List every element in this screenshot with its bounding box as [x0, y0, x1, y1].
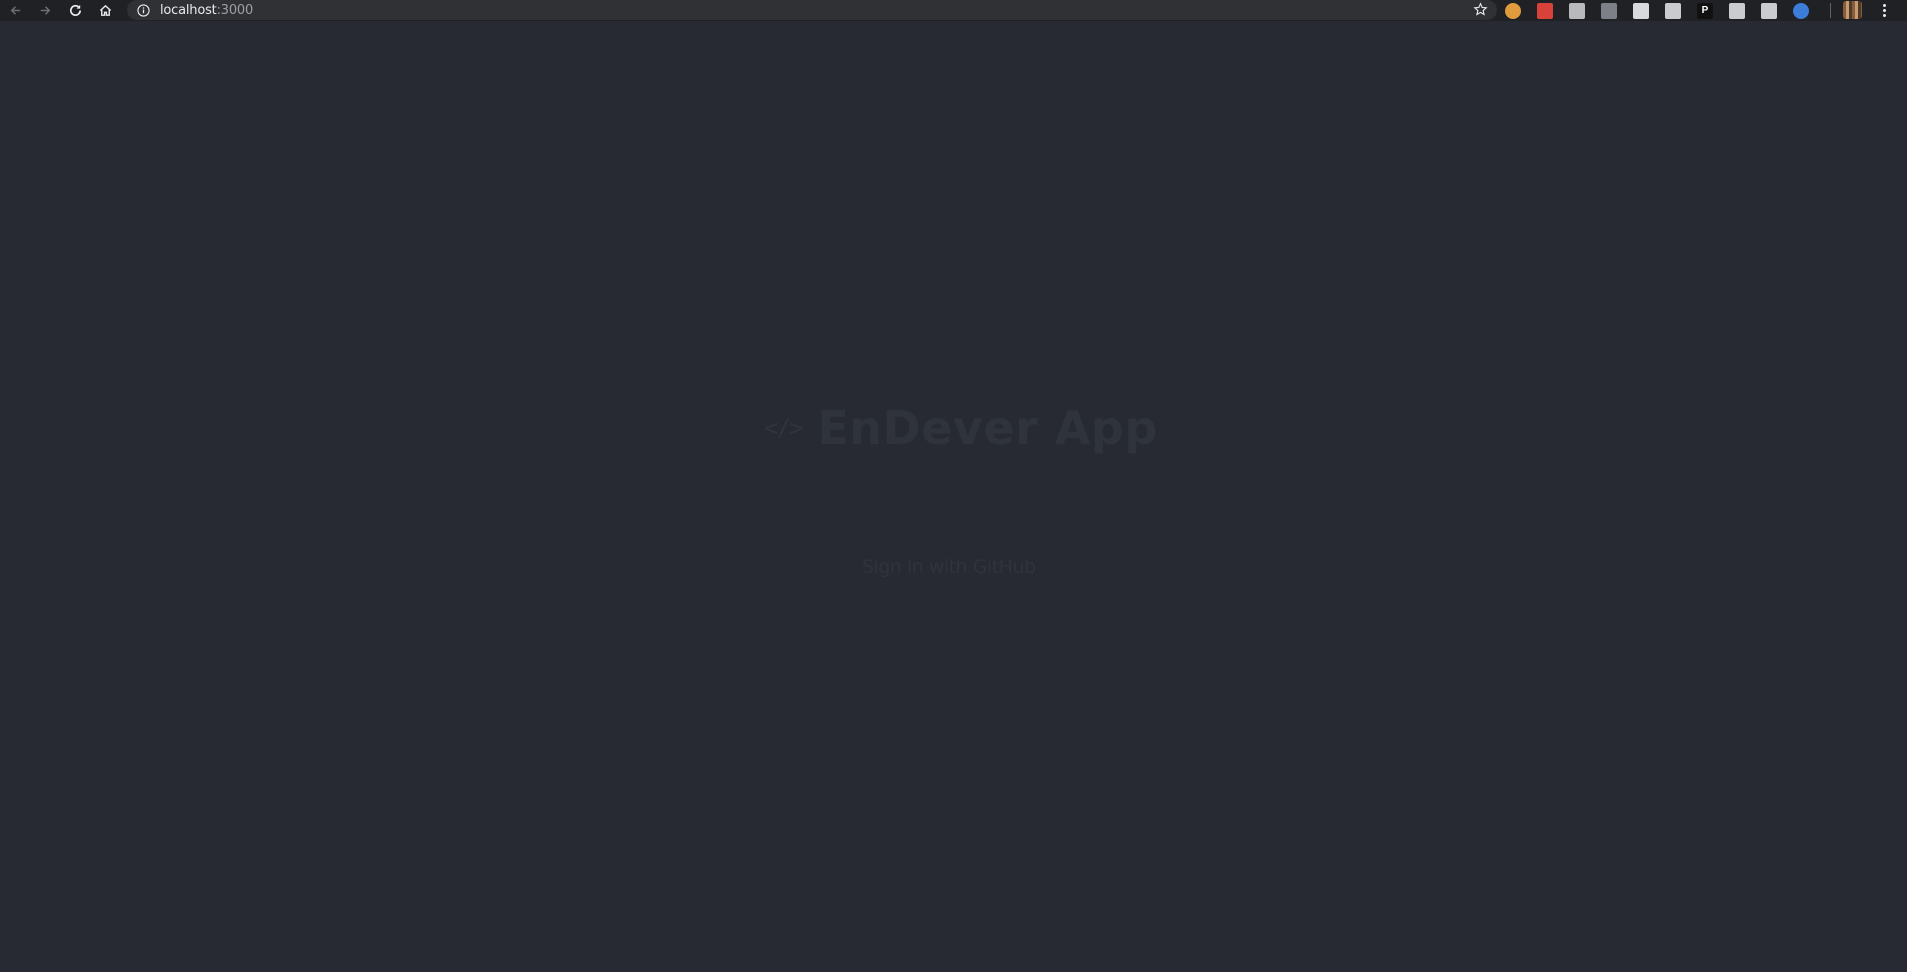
- url-port: :3000: [216, 2, 254, 18]
- k-extension-icon[interactable]: [1729, 2, 1745, 19]
- red-extension-icon[interactable]: [1537, 2, 1553, 19]
- reload-icon: [69, 4, 81, 16]
- github-signin-button[interactable]: Sign in with GitHub: [862, 556, 1036, 578]
- extensions-bar: P: [1505, 0, 1825, 21]
- cookie-extension-icon[interactable]: [1505, 2, 1521, 19]
- home-icon: [99, 4, 111, 16]
- gear-extension-icon[interactable]: [1569, 2, 1585, 19]
- ublock-extension-icon[interactable]: [1601, 2, 1617, 19]
- bookmark-star-icon[interactable]: [1473, 2, 1489, 18]
- url-text: localhost:3000: [160, 3, 253, 18]
- globe-extension-icon[interactable]: [1793, 2, 1809, 19]
- profile-avatar[interactable]: [1843, 1, 1862, 19]
- back-button[interactable]: [0, 0, 30, 21]
- address-bar[interactable]: localhost:3000: [127, 0, 1497, 20]
- app-page: </> EnDever App Sign in with GitHub: [0, 21, 1907, 972]
- mail-extension-icon[interactable]: [1633, 2, 1649, 19]
- toolbar-divider: [1830, 3, 1831, 18]
- url-host: localhost: [160, 2, 217, 18]
- wrench-extension-icon[interactable]: [1665, 2, 1681, 19]
- p-extension-icon[interactable]: P: [1697, 2, 1713, 19]
- app-brand: </> EnDever App: [764, 401, 1158, 455]
- browser-menu-icon[interactable]: [1877, 2, 1891, 19]
- arrow-left-icon: [10, 6, 20, 15]
- app-title: EnDever App: [817, 401, 1158, 455]
- home-button[interactable]: [90, 0, 120, 21]
- browser-toolbar: localhost:3000 P: [0, 0, 1907, 21]
- reload-button[interactable]: [60, 0, 90, 21]
- extension-label: P: [1701, 5, 1709, 16]
- code-icon: </>: [764, 414, 803, 442]
- info-icon[interactable]: [137, 3, 150, 17]
- css-extension-icon[interactable]: [1761, 2, 1777, 19]
- arrow-right-icon: [40, 6, 50, 15]
- forward-button[interactable]: [30, 0, 60, 21]
